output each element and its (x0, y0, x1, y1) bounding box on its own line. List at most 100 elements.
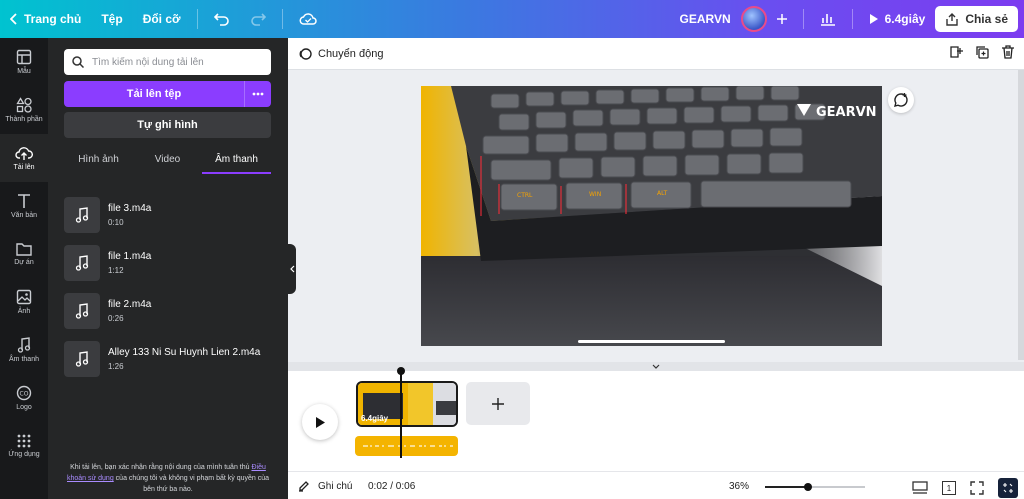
rail-item-templates[interactable]: Mẫu (0, 38, 48, 86)
add-comment-button[interactable] (888, 87, 914, 113)
divider (802, 9, 804, 29)
avatar[interactable] (740, 6, 767, 32)
upload-more-button[interactable] (244, 81, 271, 107)
rail-item-audio[interactable]: Âm thanh (0, 326, 48, 374)
audio-file-item[interactable]: file 3.m4a 0:10 (64, 196, 271, 234)
resize-label: Đổi cỡ (142, 12, 181, 26)
save-status-button[interactable] (289, 0, 327, 38)
zoom-slider[interactable] (765, 483, 865, 491)
redo-button[interactable] (240, 0, 276, 38)
trash-icon[interactable] (1000, 44, 1016, 60)
upload-file-button[interactable]: Tải lên tệp (64, 81, 244, 107)
rail-label: Logo (16, 404, 32, 411)
rail-label: Văn bản (10, 212, 38, 219)
search-icon (72, 56, 84, 68)
share-button[interactable]: Chia sẻ (935, 6, 1018, 32)
add-clip-button[interactable] (466, 382, 530, 425)
animate-button[interactable]: Chuyển động (298, 47, 383, 61)
logo-icon: CO (16, 385, 32, 401)
left-rail: Mẫu Thành phần Tải lên Văn bản Dự án Ảnh… (0, 38, 48, 499)
footnote-text: Khi tải lên, bạn xác nhận rằng nội dung … (70, 464, 252, 471)
video-clip[interactable]: 6.4giây (356, 381, 458, 427)
duplicate-page-icon[interactable] (974, 44, 990, 60)
music-note-icon (75, 303, 89, 319)
rail-label: Ứng dụng (8, 451, 40, 458)
search-input[interactable] (92, 56, 262, 68)
rail-item-logo[interactable]: CO Logo (0, 374, 48, 422)
footnote-text: của chúng tôi và không vi phạm bất kỳ qu… (113, 475, 269, 493)
rail-item-apps[interactable]: Ứng dụng (0, 422, 48, 470)
home-label: Trang chủ (24, 12, 82, 26)
zoom-slider-fill (765, 486, 808, 488)
animate-label: Chuyển động (318, 47, 384, 60)
file-name: file 2.m4a (108, 299, 152, 310)
audio-waveform (363, 445, 453, 447)
insights-button[interactable] (810, 0, 846, 38)
undo-button[interactable] (204, 0, 240, 38)
chevron-left-icon (289, 265, 294, 273)
video-progress-scrubber[interactable] (578, 340, 725, 343)
add-collaborator-button[interactable] (767, 0, 797, 38)
grid-view-icon[interactable] (912, 481, 928, 495)
tab-images[interactable]: Hình ảnh (64, 150, 133, 174)
plus-icon (492, 397, 504, 410)
top-bar: Trang chủ Tệp Đổi cỡ GEARVN 6.4giây Chia… (0, 0, 1024, 38)
rail-item-text[interactable]: Văn bản (0, 182, 48, 230)
apps-icon (17, 434, 31, 448)
upload-row: Tải lên tệp (64, 81, 271, 107)
divider (196, 9, 198, 29)
terms-footnote: Khi tải lên, bạn xác nhận rằng nội dung … (62, 462, 274, 495)
music-note-icon (75, 255, 89, 271)
add-page-icon[interactable] (948, 44, 964, 60)
video-frame[interactable]: CTRL WIN ALT GEARVN (421, 86, 882, 346)
share-icon (946, 12, 959, 26)
clip-duration: 6.4giây (361, 414, 389, 423)
file-name: Alley 133 Ni Su Huynh Lien 2.m4a (108, 347, 261, 358)
notes-button[interactable]: Ghi chú (298, 480, 352, 492)
tab-videos[interactable]: Video (133, 150, 202, 174)
footer-actions: 1 (912, 478, 1018, 498)
playhead[interactable] (400, 372, 402, 458)
zoom-level[interactable]: 36% (729, 481, 749, 492)
audio-track[interactable] (355, 436, 458, 456)
timeline-play-button[interactable] (302, 404, 338, 440)
rail-item-elements[interactable]: Thành phần (0, 86, 48, 134)
audio-file-item[interactable]: file 1.m4a 1:12 (64, 244, 271, 282)
help-button[interactable] (998, 478, 1018, 498)
audio-file-item[interactable]: Alley 133 Ni Su Huynh Lien 2.m4a 1:26 (64, 340, 271, 378)
resize-button[interactable]: Đổi cỡ (133, 0, 191, 38)
project-name[interactable]: GEARVN (669, 0, 740, 38)
search-box[interactable] (64, 49, 271, 75)
rail-item-uploads[interactable]: Tải lên (0, 134, 48, 182)
file-menu[interactable]: Tệp (91, 0, 132, 38)
home-button[interactable]: Trang chủ (0, 0, 91, 38)
fullscreen-icon[interactable] (970, 481, 984, 495)
file-label: Tệp (101, 12, 123, 26)
canvas-scrollbar[interactable] (1018, 70, 1024, 360)
collapse-panel-button[interactable] (288, 244, 296, 294)
upload-tabs: Hình ảnh Video Âm thanh (64, 150, 271, 174)
rail-item-projects[interactable]: Dự án (0, 230, 48, 278)
tab-audio[interactable]: Âm thanh (202, 150, 271, 174)
chevron-left-icon (10, 13, 17, 25)
svg-text:CTRL: CTRL (517, 192, 533, 199)
audio-file-item[interactable]: file 2.m4a 0:26 (64, 292, 271, 330)
record-yourself-button[interactable]: Tự ghi hình (64, 112, 271, 138)
undo-icon (213, 13, 229, 26)
upload-cloud-icon (15, 147, 33, 160)
playhead-handle[interactable] (397, 367, 405, 375)
comment-add-icon (894, 93, 908, 107)
rail-label: Thành phần (5, 116, 43, 123)
rail-item-photos[interactable]: Ảnh (0, 278, 48, 326)
redo-icon (250, 13, 266, 26)
sparkle-icon (1003, 483, 1013, 493)
present-play-button[interactable]: 6.4giây (859, 12, 936, 26)
file-name: file 3.m4a (108, 203, 152, 214)
page-count[interactable]: 1 (942, 481, 956, 495)
rail-label: Âm thanh (9, 356, 39, 363)
play-icon (869, 14, 878, 24)
play-duration: 6.4giây (884, 12, 926, 26)
zoom-slider-handle[interactable] (804, 483, 812, 491)
file-duration: 0:10 (108, 218, 124, 227)
music-icon (17, 337, 31, 353)
